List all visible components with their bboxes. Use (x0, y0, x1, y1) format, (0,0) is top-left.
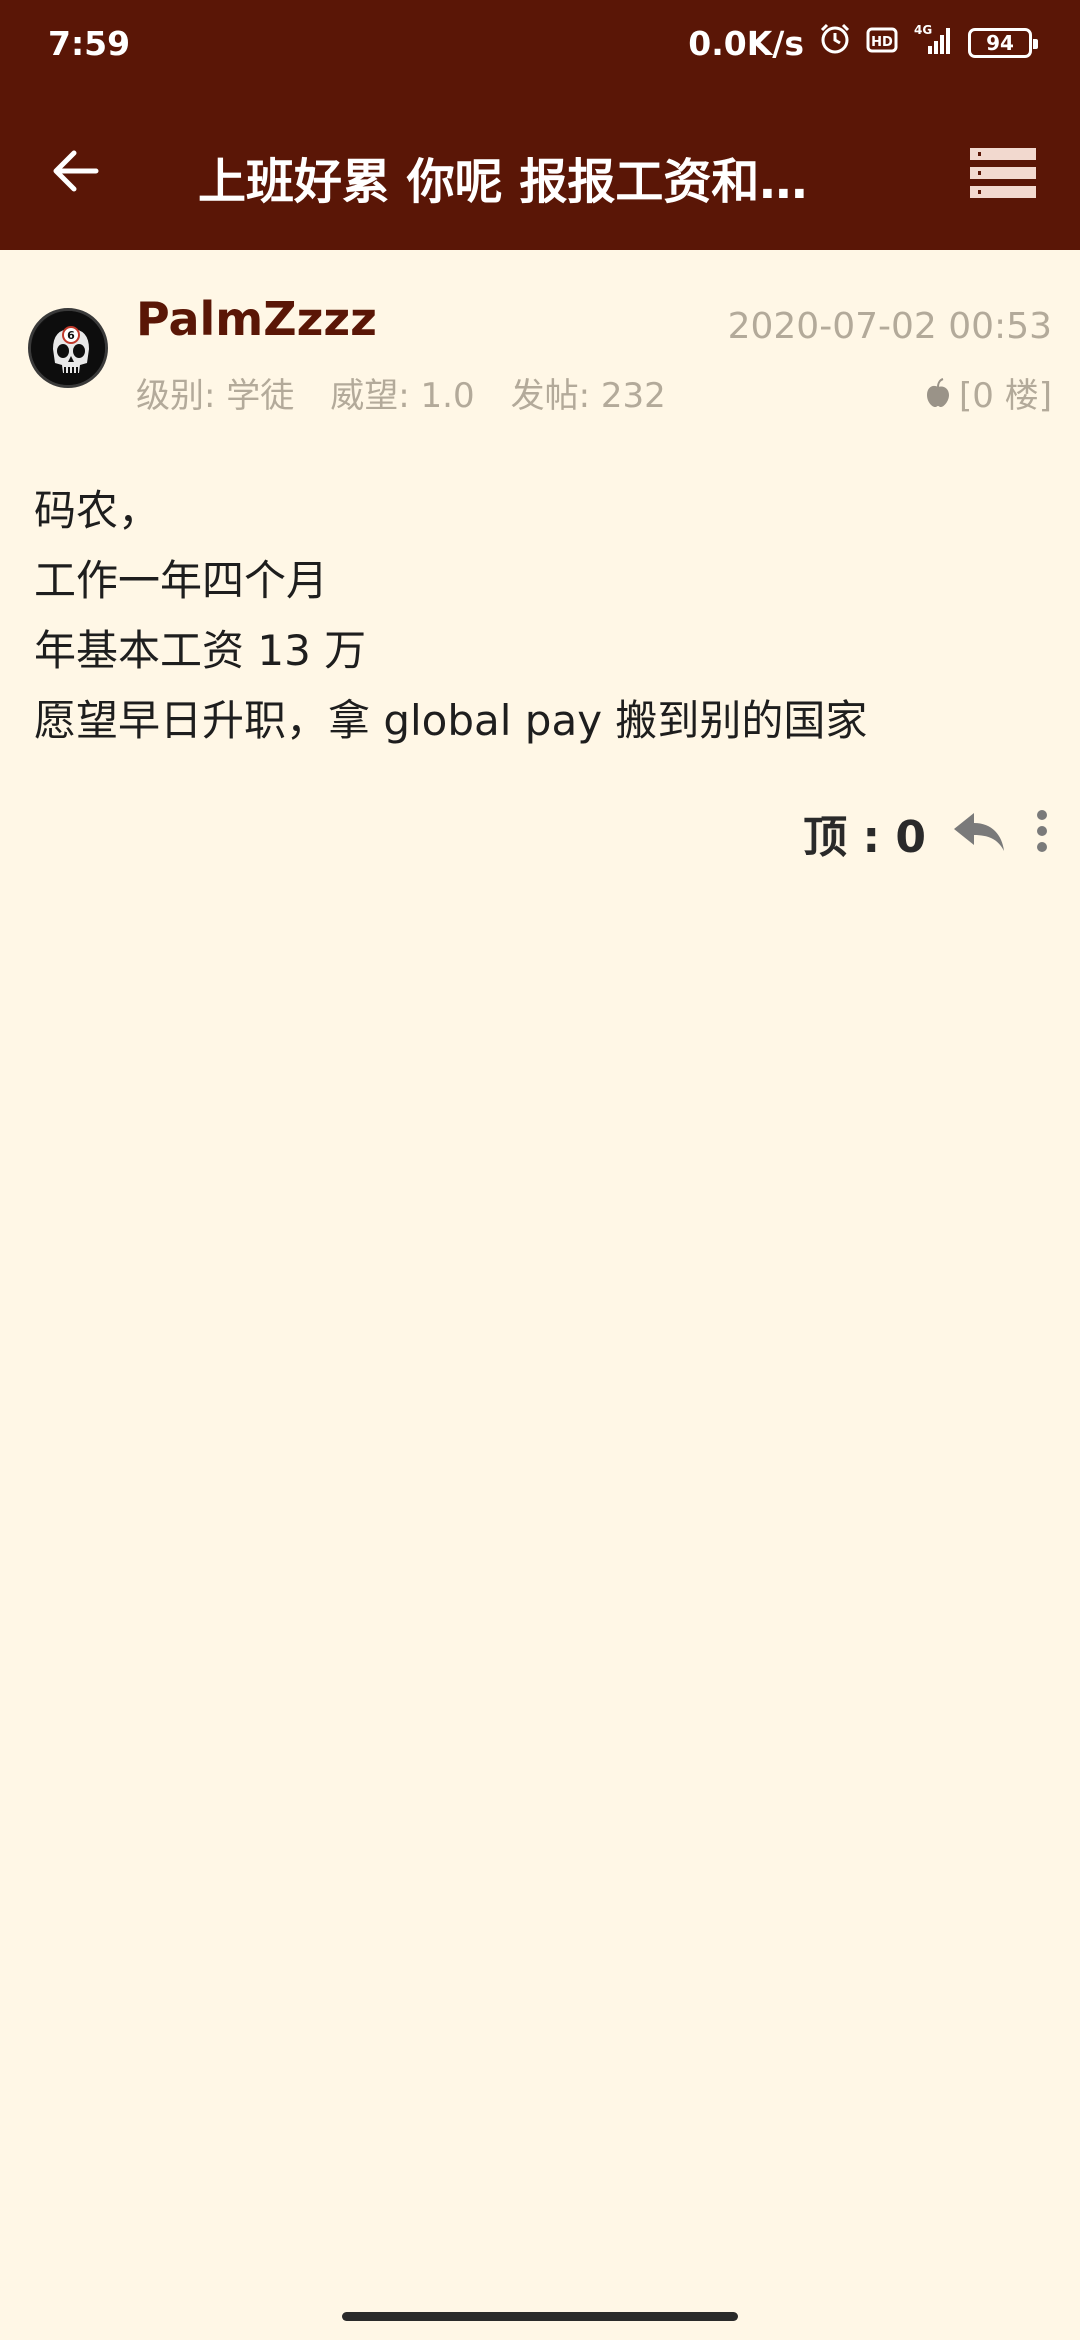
status-bar: 7:59 0.0K/s HD 4G 94 (0, 0, 1080, 90)
content-line: 年基本工资 13 万 (34, 626, 367, 675)
avatar-badge: 6 (67, 329, 75, 342)
avatar[interactable]: 6 (28, 308, 108, 388)
post-date: 2020-07-02 00:53 (727, 306, 1052, 347)
page-title: 上班好累 你呢 报报工资和… (198, 154, 808, 210)
content-line: 工作一年四个月 (34, 556, 329, 605)
content-line: 愿望早日升职，拿 global pay 搬到别的国家 (34, 696, 868, 745)
author-name[interactable]: PalmZzzz (136, 292, 377, 346)
content-line: 码农， (34, 486, 161, 535)
arrow-left-icon (53, 150, 99, 192)
upvote-button[interactable]: 顶 : 0 (803, 801, 926, 865)
status-time: 7:59 (48, 24, 131, 63)
more-vertical-icon (1037, 810, 1047, 852)
author-meta: 级别: 学徒 威望: 1.0 发帖: 232 (136, 368, 666, 417)
battery-indicator: 94 (968, 28, 1038, 58)
floor-number: [0 楼] (959, 376, 1052, 416)
battery-level: 94 (986, 31, 1014, 55)
apple-icon (927, 377, 950, 407)
author-post-count: 发帖: 232 (510, 376, 666, 416)
status-icons: 0.0K/s HD 4G 94 (688, 22, 1038, 64)
svg-text:4G: 4G (914, 23, 932, 37)
post-actions: 顶 : 0 (803, 798, 1052, 868)
post-content: 码农， 工作一年四个月 年基本工资 13 万 愿望早日升职，拿 global p… (34, 476, 1044, 756)
signal-4g-icon: 4G (912, 22, 954, 64)
list-icon (970, 148, 1036, 198)
alarm-icon (818, 22, 852, 64)
skull-avatar-icon: 6 (31, 311, 105, 385)
author-prestige: 威望: 1.0 (330, 376, 475, 416)
author-level: 级别: 学徒 (136, 376, 295, 416)
floor-indicator: [0 楼] (925, 368, 1052, 417)
svg-text:HD: HD (871, 35, 893, 50)
list-menu-button[interactable] (968, 144, 1038, 202)
hd-icon: HD (866, 24, 898, 63)
back-button[interactable] (40, 136, 110, 206)
app-bar: 7:59 0.0K/s HD 4G 94 上班好累 你呢 报报工资和… (0, 0, 1080, 250)
more-options-button[interactable] (1032, 806, 1052, 860)
reply-button[interactable] (952, 809, 1006, 857)
net-speed: 0.0K/s (688, 23, 804, 63)
reply-icon (954, 813, 1004, 851)
gesture-nav-bar[interactable] (342, 2312, 738, 2321)
